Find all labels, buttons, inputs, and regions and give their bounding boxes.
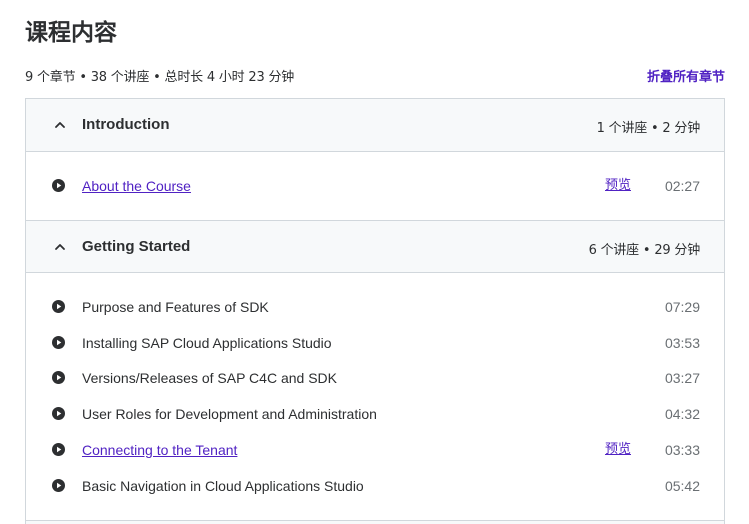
curriculum-summary: 9 个章节 • 38 个讲座 • 总时长 4 小时 23 分钟	[25, 70, 295, 85]
lecture-item: User Roles for Development and Administr…	[26, 396, 724, 432]
play-circle-icon	[52, 179, 65, 192]
preview-link[interactable]: 预览	[605, 178, 631, 194]
play-circle-icon	[52, 407, 65, 421]
curriculum-accordion: Introduction 1 个讲座 • 2 分钟 About the Cour…	[25, 98, 725, 524]
curriculum-summary-row: 9 个章节 • 38 个讲座 • 总时长 4 小时 23 分钟 折叠所有章节	[25, 69, 725, 89]
next-section-header[interactable]	[26, 519, 724, 524]
section-meta: 6 个讲座 • 29 分钟	[588, 242, 701, 258]
lecture-item: Versions/Releases of SAP C4C and SDK 03:…	[26, 360, 724, 396]
lecture-duration: 03:27	[664, 370, 700, 387]
preview-link[interactable]: 预览	[605, 442, 631, 458]
play-circle-icon	[52, 371, 65, 385]
play-circle-icon	[52, 335, 65, 349]
lecture-title: Versions/Releases of SAP C4C and SDK	[82, 370, 337, 387]
lecture-duration: 02:27	[664, 178, 700, 194]
lecture-item: Installing SAP Cloud Applications Studio…	[26, 325, 724, 361]
section-header-getting-started[interactable]: Getting Started 6 个讲座 • 29 分钟	[26, 219, 724, 273]
play-circle-icon	[52, 442, 65, 456]
lecture-item: About the Course 预览 02:27	[26, 168, 724, 204]
lecture-title: Purpose and Features of SDK	[82, 298, 269, 315]
page-title: 课程内容	[25, 20, 117, 46]
lecture-title: User Roles for Development and Administr…	[82, 406, 377, 423]
section-lectures-introduction: About the Course 预览 02:27	[26, 152, 724, 220]
section-header-introduction[interactable]: Introduction 1 个讲座 • 2 分钟	[26, 99, 724, 152]
play-circle-icon	[52, 478, 65, 492]
lecture-duration: 03:33	[664, 441, 700, 458]
chevron-up-icon	[55, 122, 65, 128]
lecture-item: Basic Navigation in Cloud Applications S…	[26, 468, 724, 504]
lecture-title: Basic Navigation in Cloud Applications S…	[82, 477, 364, 494]
lecture-title-link[interactable]: About the Course	[82, 178, 191, 194]
section-meta: 1 个讲座 • 2 分钟	[596, 121, 701, 136]
lecture-title: Installing SAP Cloud Applications Studio	[82, 334, 332, 351]
lecture-item: Connecting to the Tenant 预览 03:33	[26, 432, 724, 468]
collapse-all-sections-button[interactable]: 折叠所有章节	[647, 69, 725, 87]
chevron-up-icon	[55, 243, 65, 250]
section-title: Getting Started	[82, 237, 191, 255]
lecture-duration: 04:32	[664, 406, 700, 423]
lecture-duration: 03:53	[664, 334, 700, 351]
lecture-item: Purpose and Features of SDK 07:29	[26, 289, 724, 325]
section-lectures-getting-started: Purpose and Features of SDK 07:29 Instal…	[26, 273, 724, 520]
lecture-duration: 05:42	[664, 477, 700, 494]
play-circle-icon	[52, 299, 65, 313]
lecture-duration: 07:29	[664, 298, 700, 315]
lecture-title-link[interactable]: Connecting to the Tenant	[82, 442, 237, 458]
course-content-page: 课程内容 9 个章节 • 38 个讲座 • 总时长 4 小时 23 分钟 折叠所…	[0, 0, 749, 524]
section-title: Introduction	[82, 116, 170, 133]
